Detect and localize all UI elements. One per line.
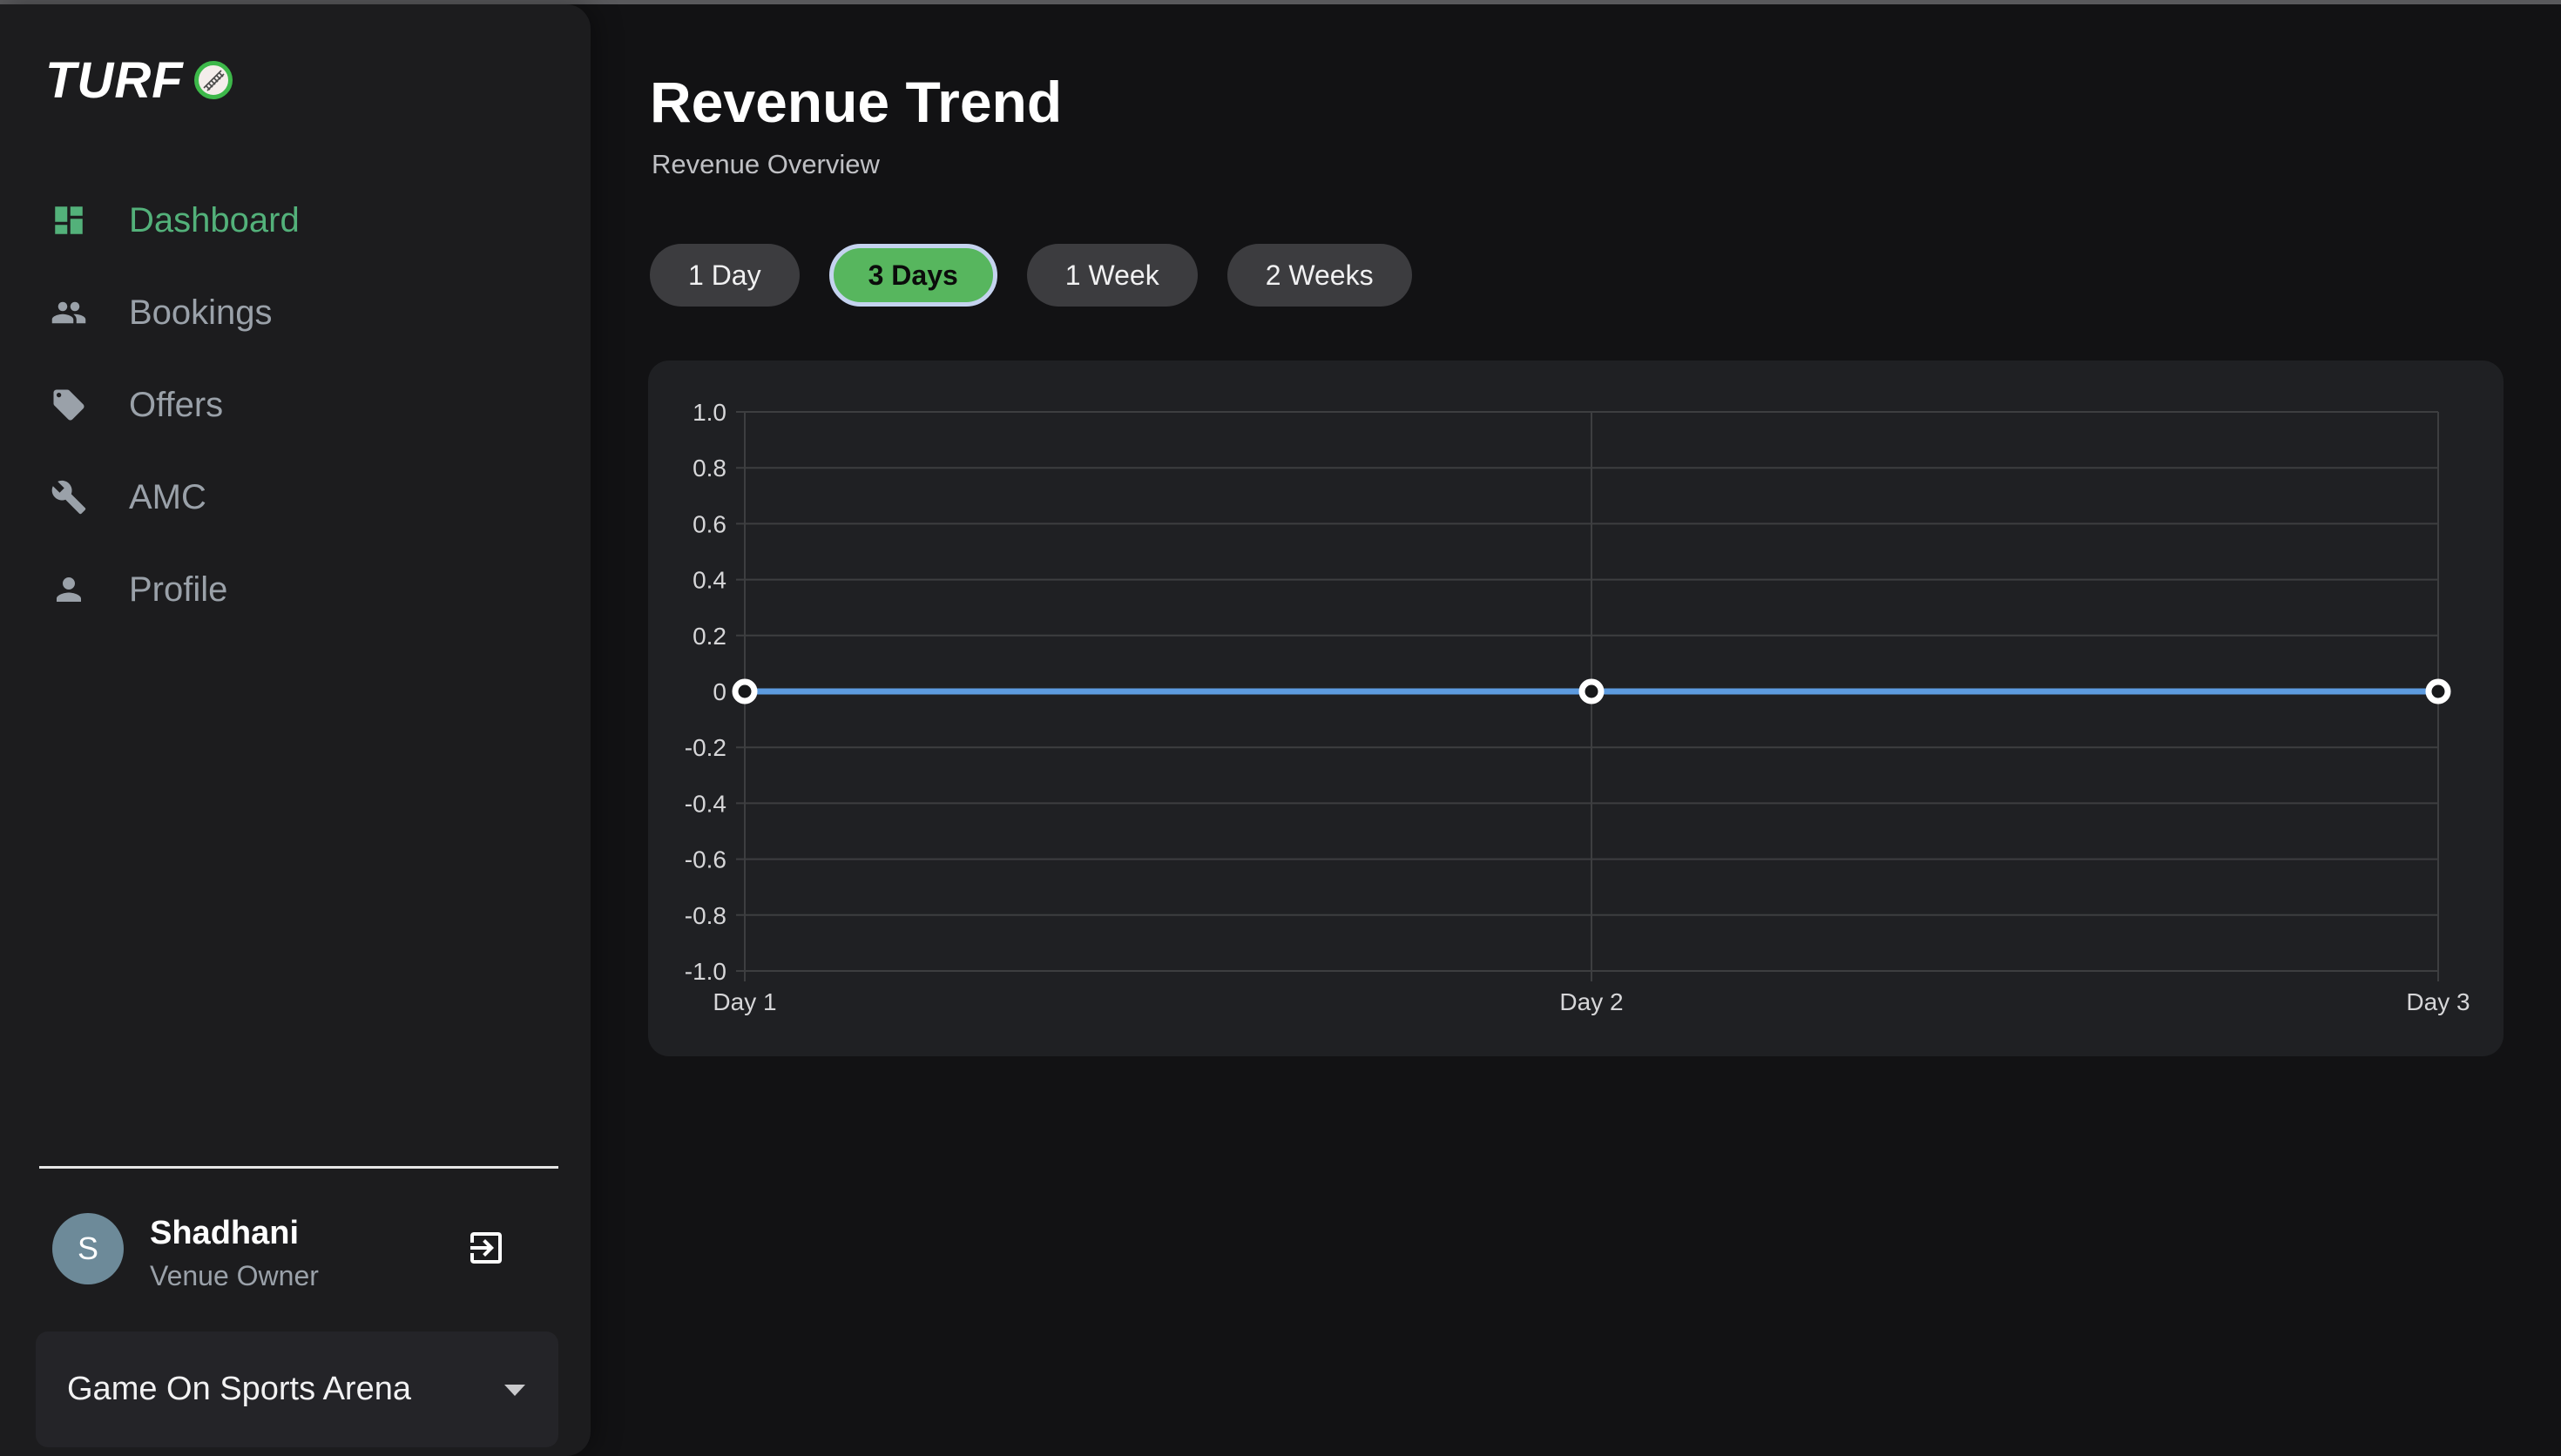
- user-card: S Shadhani Venue Owner: [52, 1213, 540, 1284]
- sidebar-item-amc[interactable]: AMC: [0, 451, 591, 543]
- brand-name: TURF: [45, 51, 184, 110]
- svg-text:-0.6: -0.6: [685, 846, 726, 873]
- chevron-down-icon: [503, 1382, 527, 1398]
- person-icon: [51, 571, 87, 608]
- sidebar-item-label: Dashboard: [129, 201, 300, 240]
- user-name: Shadhani: [150, 1215, 299, 1252]
- brand-logo: TURF: [45, 55, 234, 105]
- chart-point[interactable]: [2429, 682, 2448, 701]
- people-icon: [51, 294, 87, 331]
- svg-text:1.0: 1.0: [693, 399, 726, 426]
- sidebar-nav: Dashboard Bookings Offers AMC Profile: [0, 174, 591, 636]
- main-content: Revenue Trend Revenue Overview 1 Day 3 Da…: [591, 4, 2561, 1456]
- sidebar: TURF Dashboard Bookings Offers AMC Profile S…: [0, 4, 591, 1456]
- svg-text:0.8: 0.8: [693, 455, 726, 482]
- svg-text:Day 1: Day 1: [713, 988, 776, 1015]
- sidebar-item-dashboard[interactable]: Dashboard: [0, 174, 591, 266]
- sidebar-item-label: AMC: [129, 478, 206, 517]
- svg-text:-0.2: -0.2: [685, 734, 726, 761]
- revenue-chart-card: 1.0 0.8 0.6 0.4 0.2 0 -0.2 -0.4 -0.6 -0.8 -1.0 Day …: [648, 361, 2504, 1056]
- sidebar-item-profile[interactable]: Profile: [0, 543, 591, 636]
- venue-select-value: Game On Sports Arena: [67, 1371, 503, 1408]
- chart-point[interactable]: [735, 682, 754, 701]
- svg-text:0: 0: [713, 678, 726, 705]
- dashboard-icon: [51, 202, 87, 239]
- logout-icon: [465, 1227, 507, 1269]
- svg-text:Day 3: Day 3: [2406, 988, 2470, 1015]
- range-button-2-weeks[interactable]: 2 Weeks: [1227, 244, 1412, 307]
- user-role: Venue Owner: [150, 1260, 319, 1292]
- page-subtitle: Revenue Overview: [652, 149, 880, 180]
- svg-text:0.6: 0.6: [693, 510, 726, 537]
- sidebar-item-offers[interactable]: Offers: [0, 359, 591, 451]
- range-button-3-days[interactable]: 3 Days: [829, 244, 997, 307]
- cricket-ball-icon: [193, 59, 234, 101]
- range-button-1-week[interactable]: 1 Week: [1027, 244, 1198, 307]
- venue-select[interactable]: Game On Sports Arena: [36, 1331, 558, 1447]
- revenue-chart: 1.0 0.8 0.6 0.4 0.2 0 -0.2 -0.4 -0.6 -0.8 -1.0 Day …: [648, 361, 2504, 1056]
- sidebar-item-label: Bookings: [129, 293, 273, 333]
- svg-text:0.4: 0.4: [693, 567, 726, 594]
- sidebar-item-bookings[interactable]: Bookings: [0, 266, 591, 359]
- avatar: S: [52, 1213, 124, 1284]
- sidebar-item-label: Offers: [129, 386, 223, 425]
- page-title: Revenue Trend: [650, 72, 1062, 131]
- sidebar-divider: [39, 1166, 558, 1169]
- wrench-icon: [51, 479, 87, 516]
- range-filter-group: 1 Day 3 Days 1 Week 2 Weeks: [650, 244, 1412, 307]
- logout-button[interactable]: [465, 1227, 507, 1269]
- sidebar-item-label: Profile: [129, 570, 227, 610]
- svg-text:0.2: 0.2: [693, 623, 726, 650]
- svg-text:-1.0: -1.0: [685, 958, 726, 985]
- svg-text:-0.4: -0.4: [685, 790, 726, 817]
- svg-text:Day 2: Day 2: [1559, 988, 1623, 1015]
- chart-axis-labels: 1.0 0.8 0.6 0.4 0.2 0 -0.2 -0.4 -0.6 -0.8 -1.0 Day …: [685, 399, 2470, 1015]
- range-button-1-day[interactable]: 1 Day: [650, 244, 800, 307]
- chart-point[interactable]: [1582, 682, 1601, 701]
- svg-text:-0.8: -0.8: [685, 902, 726, 929]
- tag-icon: [51, 387, 87, 423]
